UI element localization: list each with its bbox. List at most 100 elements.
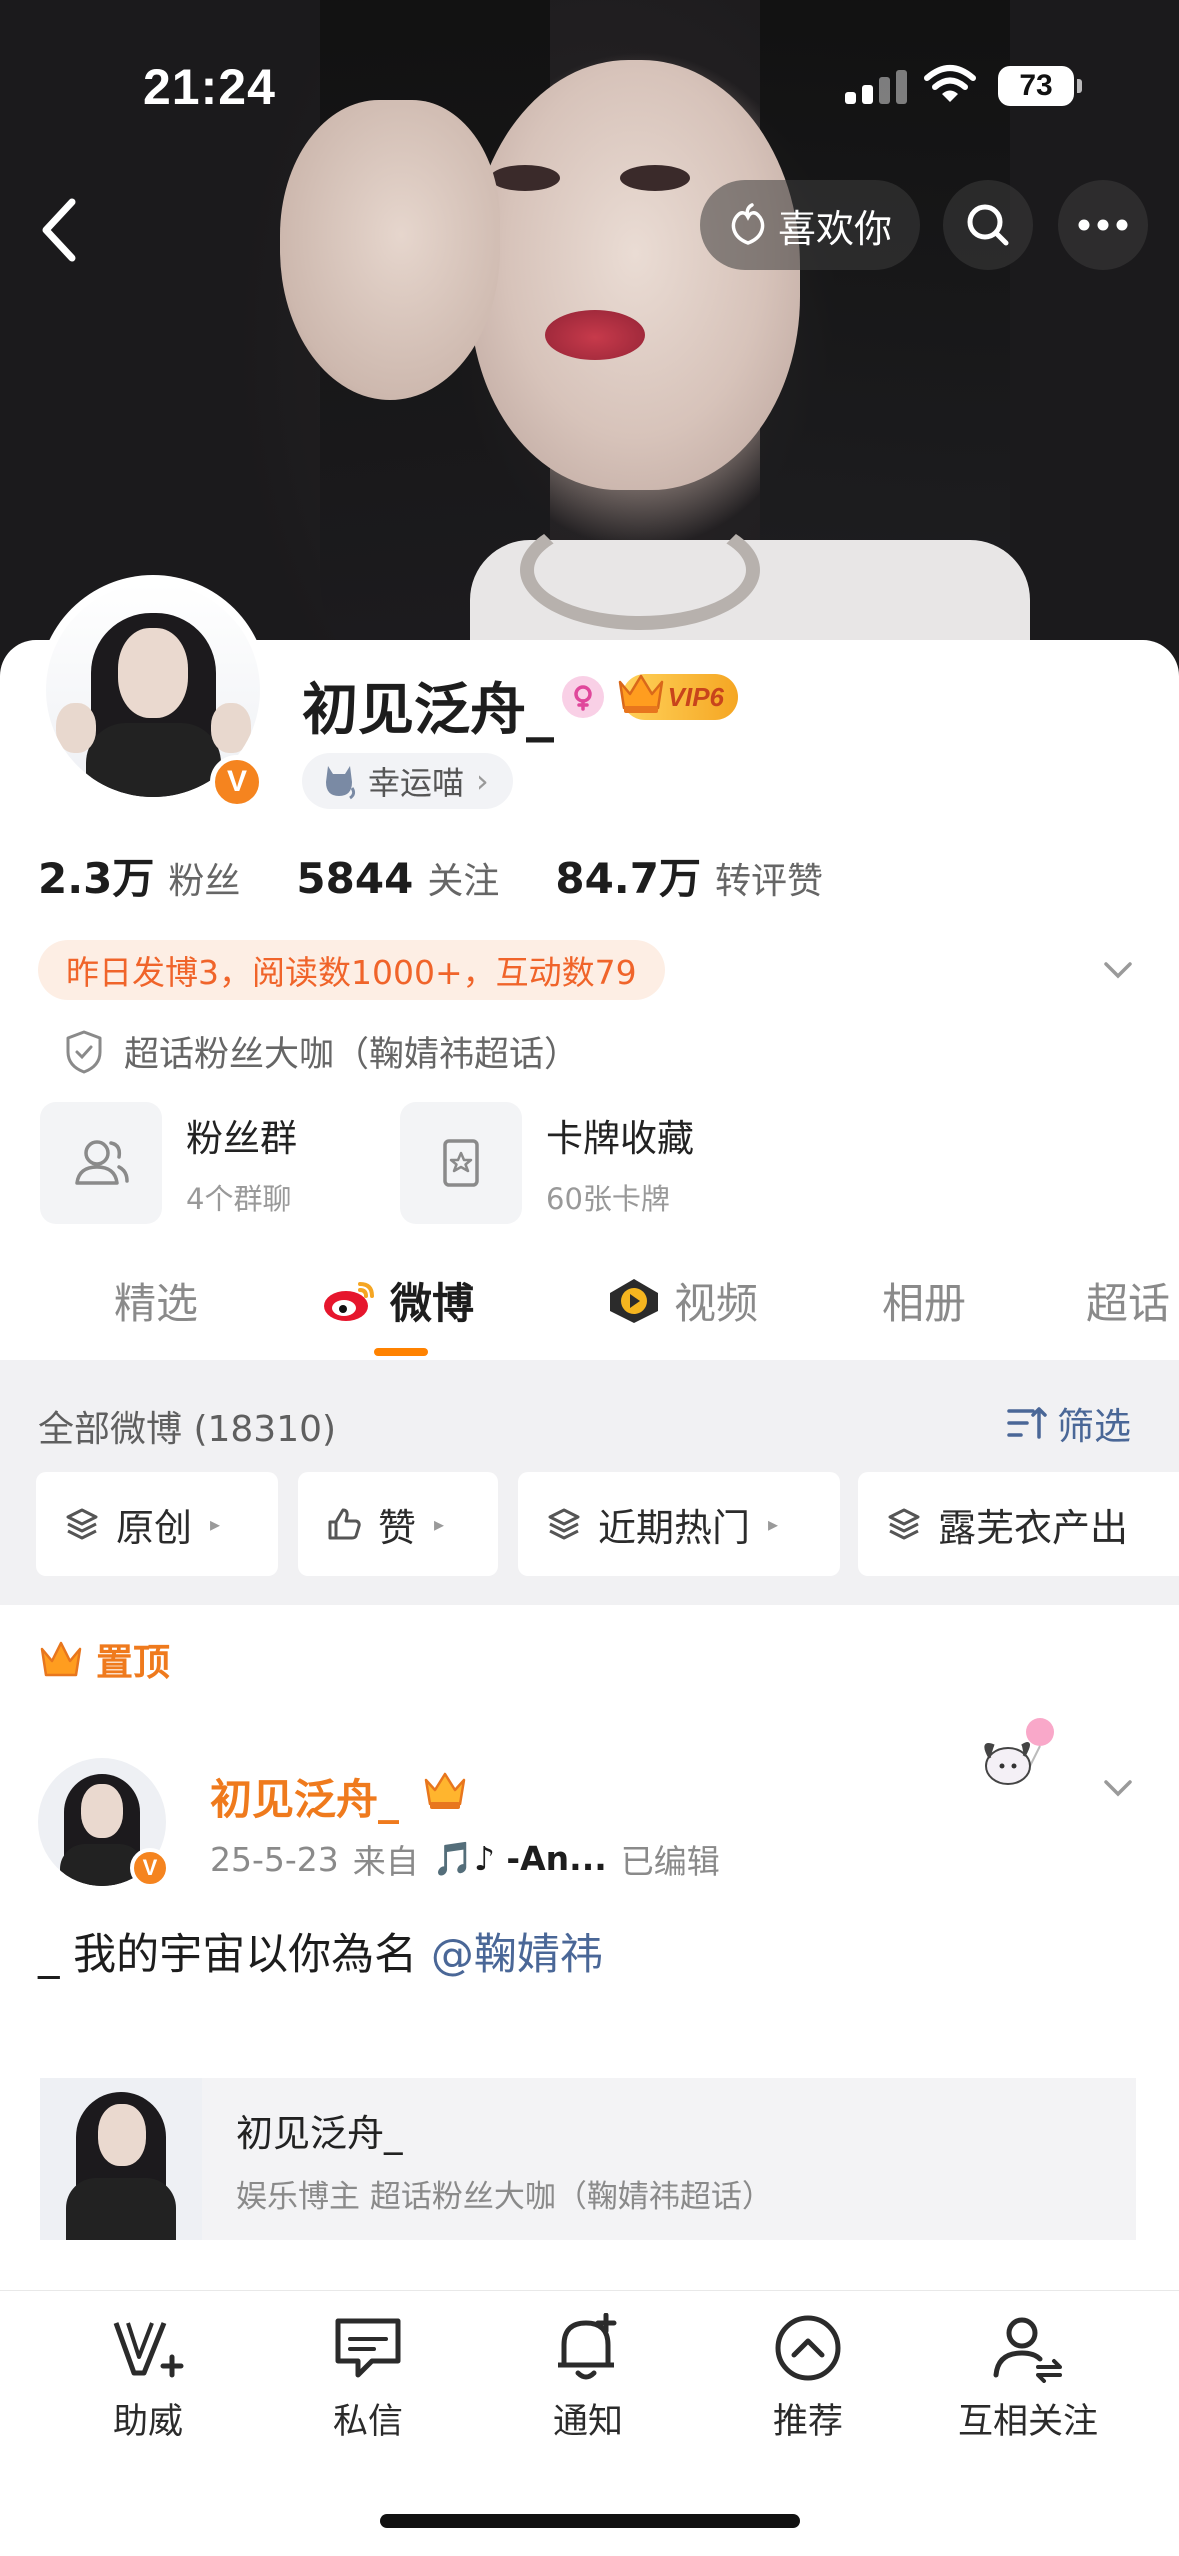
chip-original[interactable]: 原创 ▸ [36,1472,278,1576]
active-tab-indicator [374,1348,428,1356]
search-icon [967,204,1009,246]
cheer-label: 助威 [112,2402,183,2442]
chip-custom-output-label: 露芜衣产出 [938,1505,1129,1550]
post-edited[interactable]: 已编辑 [621,1835,720,1883]
weibo-logo-icon [324,1281,374,1321]
chevron-down-icon[interactable] [1100,950,1136,990]
post-mention-link[interactable]: @鞠婧祎 [431,1930,603,1980]
lucky-cat-badge[interactable]: 幸运喵 › [302,753,513,809]
tab-weibo-label: 微博 [390,1279,475,1328]
status-time: 21:24 [143,59,276,115]
layers-icon [548,1508,580,1540]
more-options-button[interactable] [1058,180,1148,270]
direct-message-label: 私信 [332,2402,403,2442]
interactions-label: 转评赞 [714,861,823,902]
post-author-name[interactable]: 初见泛舟_ [210,1766,399,1827]
followers-label[interactable]: 粉丝 [168,852,240,904]
post-date: 25-5-23 [210,1839,339,1879]
superfan-label: 超话粉丝大咖（鞠婧祎超话） [124,1035,580,1075]
caret-right-icon: ▸ [434,1512,445,1536]
post-filter-bar: 全部微博 (18310) 筛选 原创 ▸ 赞 ▸ 近期热门 ▸ 露芜衣产出 [0,1360,1179,1605]
post-text-body: _ 我的宇宙以你為名 [38,1930,431,1980]
card-collection-tile[interactable]: 卡牌收藏 60张卡牌 [400,1102,694,1224]
caret-right-icon: ▸ [210,1512,221,1536]
profile-tabs: 精选 微博 视频 相册 超话 [0,1260,1179,1360]
recommend-button[interactable]: 推荐 [723,2313,893,2444]
following-count[interactable]: 5844 [296,854,413,903]
fan-group-tile[interactable]: 粉丝群 4个群聊 [40,1102,297,1224]
caret-right-icon: ▸ [768,1512,779,1536]
notify-button[interactable]: 通知 [503,2313,673,2444]
all-posts-count: 全部微博 (18310) [38,1409,337,1450]
post-verified-badge: V [130,1848,170,1888]
profile-stats: 2.3万 粉丝 5844 关注 84.7万 转评赞 [38,845,879,906]
chip-like[interactable]: 赞 ▸ [298,1472,498,1576]
card-star-icon [400,1102,522,1224]
tab-supertopic[interactable]: 超话 [1086,1270,1170,1331]
shared-card-subtitle: 娱乐博主 超话粉丝大咖（鞠婧祎超话） [236,2178,773,2215]
search-button[interactable] [943,180,1033,270]
lucky-label: 幸运喵 [368,764,465,802]
crown-icon [40,1641,82,1677]
card-collection-title: 卡牌收藏 [546,1117,694,1160]
shared-card-thumbnail [40,2078,202,2240]
bell-plus-icon [558,2313,617,2380]
cover-lips [545,310,645,360]
post-source[interactable]: 🎵♪ -An... [433,1839,607,1879]
card-collection-subtitle: 60张卡牌 [546,1182,670,1216]
layers-icon [66,1508,98,1540]
mutual-follow-icon [993,2317,1062,2383]
chevron-down-icon[interactable] [1100,1768,1136,1808]
back-arrow-icon[interactable] [30,190,90,270]
like-you-label: 喜欢你 [777,206,892,251]
vip-crown-icon [424,1772,466,1809]
like-you-button[interactable]: 喜欢你 [700,180,920,270]
daily-summary-pill[interactable]: 昨日发博3，阅读数1000+，互动数79 [38,940,665,1000]
cover-necklace [520,510,760,630]
fan-group-subtitle: 4个群聊 [186,1182,292,1216]
followers-count[interactable]: 2.3万 [38,845,154,906]
tab-video-label: 视频 [674,1279,759,1328]
mutual-follow-button[interactable]: 互相关注 [943,2313,1113,2444]
status-bar: 21:24 73 [0,0,1179,170]
pinned-label: 置顶 [38,1632,170,1686]
thumbs-up-icon [328,1508,361,1540]
chip-recent-hot-label: 近期热门 [598,1505,751,1550]
verified-badge: V [210,755,264,809]
interactions-count: 84.7万 [555,854,701,903]
tab-featured[interactable]: 精选 [114,1270,198,1331]
chat-icon [335,2318,401,2378]
post-content: _ 我的宇宙以你為名 @鞠婧祎 [38,1920,603,1982]
superfan-badge[interactable]: 超话粉丝大咖（鞠婧祎超话） [62,1026,579,1077]
tab-album[interactable]: 相册 [882,1270,966,1331]
tab-video[interactable]: 视频 [606,1270,758,1331]
following-label[interactable]: 关注 [427,852,499,904]
filter-sort-icon [1007,1407,1047,1439]
shared-card-title: 初见泛舟_ [236,2111,403,2155]
direct-message-button[interactable]: 私信 [283,2313,453,2444]
group-people-icon [40,1102,162,1224]
chip-like-label: 赞 [378,1505,417,1550]
mutual-follow-label: 互相关注 [957,2402,1098,2442]
chip-original-label: 原创 [116,1505,193,1550]
female-gender-icon [562,676,604,718]
cheer-v-icon [113,2322,184,2378]
chip-recent-hot[interactable]: 近期热门 ▸ [518,1472,840,1576]
battery-indicator: 73 [998,66,1082,106]
post-meta: 25-5-23 来自 🎵♪ -An... 已编辑 [210,1835,720,1883]
cheer-button[interactable]: 助威 [63,2313,233,2444]
home-indicator[interactable] [380,2514,800,2528]
notify-label: 通知 [552,2402,623,2442]
chip-custom-output[interactable]: 露芜衣产出 [858,1472,1179,1576]
post-from-label: 来自 [352,1842,419,1881]
fan-group-title: 粉丝群 [186,1117,297,1160]
layers-icon [888,1508,920,1540]
chevron-right-icon: › [476,762,489,800]
video-play-icon [610,1278,658,1323]
tab-weibo[interactable]: 微博 [322,1270,474,1331]
filter-button[interactable]: 筛选 [1005,1396,1131,1450]
more-dots-icon [1078,219,1128,231]
shared-profile-card[interactable]: 初见泛舟_ 娱乐博主 超话粉丝大咖（鞠婧祎超话） [40,2078,1136,2240]
recommend-label: 推荐 [772,2402,843,2442]
vip-crown-icon [618,674,664,713]
